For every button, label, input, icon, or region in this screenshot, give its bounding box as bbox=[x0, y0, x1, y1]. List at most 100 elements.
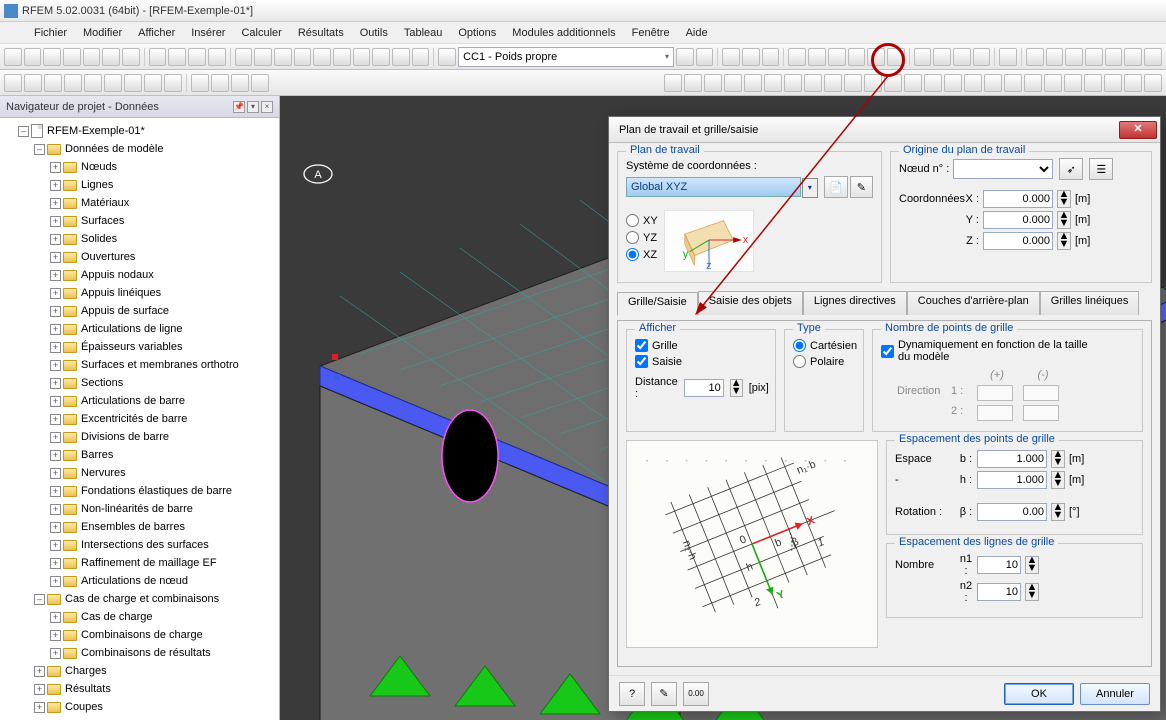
ok-button[interactable]: OK bbox=[1004, 683, 1074, 705]
spinner[interactable]: ▲▼ bbox=[1051, 450, 1065, 468]
toolbar-button[interactable] bbox=[933, 48, 951, 66]
toolbar-button[interactable] bbox=[1124, 48, 1142, 66]
node-select[interactable] bbox=[953, 159, 1053, 179]
tree-item[interactable]: +Raffinement de maillage EF bbox=[2, 554, 277, 572]
toolbar-button[interactable] bbox=[102, 48, 120, 66]
toolbar-button[interactable] bbox=[924, 74, 942, 92]
menu-afficher[interactable]: Afficher bbox=[132, 25, 181, 41]
toolbar-button[interactable] bbox=[254, 48, 272, 66]
toolbar-button[interactable] bbox=[164, 74, 182, 92]
toolbar-button[interactable] bbox=[1004, 74, 1022, 92]
toolbar-button[interactable] bbox=[964, 74, 982, 92]
toolbar-button[interactable] bbox=[313, 48, 331, 66]
toolbar-button[interactable] bbox=[824, 74, 842, 92]
close-panel-icon[interactable]: × bbox=[261, 101, 273, 113]
tab-couches[interactable]: Couches d'arrière-plan bbox=[907, 291, 1040, 315]
pick-node-button[interactable]: ➶ bbox=[1059, 158, 1083, 180]
toolbar-button[interactable] bbox=[1104, 74, 1122, 92]
tree-item[interactable]: +Charges bbox=[2, 662, 277, 680]
expand-icon[interactable]: + bbox=[50, 342, 61, 353]
check-grille[interactable]: Grille bbox=[635, 339, 767, 352]
toolbar-button[interactable] bbox=[24, 74, 42, 92]
tree-item[interactable]: +Articulations de ligne bbox=[2, 320, 277, 338]
toolbar-button[interactable] bbox=[914, 48, 932, 66]
coord-system-select[interactable]: Global XYZ ▾ bbox=[626, 177, 801, 197]
spacing-b-input[interactable] bbox=[977, 450, 1047, 468]
toolbar-button[interactable] bbox=[231, 74, 249, 92]
tree-item[interactable]: +Ouvertures bbox=[2, 248, 277, 266]
toolbar-button[interactable] bbox=[984, 74, 1002, 92]
expand-icon[interactable]: – bbox=[34, 594, 45, 605]
toolbar-button[interactable] bbox=[392, 48, 410, 66]
new-cs-button[interactable]: 📄 bbox=[824, 176, 847, 198]
toolbar-button[interactable] bbox=[724, 74, 742, 92]
tree-model-data[interactable]: –Données de modèle bbox=[2, 140, 277, 158]
toolbar-button[interactable] bbox=[149, 48, 167, 66]
toolbar-button[interactable] bbox=[64, 74, 82, 92]
tree-item[interactable]: +Articulations de nœud bbox=[2, 572, 277, 590]
tree-item[interactable]: +Lignes bbox=[2, 176, 277, 194]
menu-calculer[interactable]: Calculer bbox=[235, 25, 287, 41]
spinner[interactable]: ▲▼ bbox=[1057, 232, 1071, 250]
toolbar-button[interactable] bbox=[1046, 48, 1064, 66]
coord-x-input[interactable] bbox=[983, 190, 1053, 208]
toolbar-button[interactable] bbox=[4, 74, 22, 92]
tree-item[interactable]: +Nœuds bbox=[2, 158, 277, 176]
toolbar-button[interactable] bbox=[788, 48, 806, 66]
toolbar-button[interactable] bbox=[664, 74, 682, 92]
toolbar-button[interactable] bbox=[808, 48, 826, 66]
toolbar-button[interactable] bbox=[1024, 74, 1042, 92]
expand-icon[interactable]: + bbox=[50, 414, 61, 425]
tree-item[interactable]: +Nervures bbox=[2, 464, 277, 482]
toolbar-button[interactable] bbox=[24, 48, 42, 66]
toolbar-button[interactable] bbox=[722, 48, 740, 66]
expand-icon[interactable]: + bbox=[34, 684, 45, 695]
toolbar-button[interactable] bbox=[211, 74, 229, 92]
menu-aide[interactable]: Aide bbox=[680, 25, 714, 41]
toolbar-button[interactable] bbox=[83, 48, 101, 66]
next-loadcase-button[interactable] bbox=[696, 48, 714, 66]
units-button[interactable]: 0.00 bbox=[683, 682, 709, 706]
toolbar-button[interactable] bbox=[1084, 74, 1102, 92]
toolbar-button[interactable] bbox=[4, 48, 22, 66]
expand-icon[interactable]: + bbox=[50, 216, 61, 227]
expand-icon[interactable]: + bbox=[50, 576, 61, 587]
expand-icon[interactable]: + bbox=[34, 666, 45, 677]
menu-modules[interactable]: Modules additionnels bbox=[506, 25, 621, 41]
tree-item[interactable]: +Ensembles de barres bbox=[2, 518, 277, 536]
check-saisie[interactable]: Saisie bbox=[635, 355, 767, 368]
expand-icon[interactable]: + bbox=[50, 252, 61, 263]
loadcase-select[interactable]: CC1 - Poids propre ▾ bbox=[458, 47, 674, 67]
spinner[interactable]: ▲▼ bbox=[1057, 190, 1071, 208]
toolbar-button[interactable] bbox=[294, 48, 312, 66]
expand-icon[interactable]: + bbox=[50, 396, 61, 407]
tree-item[interactable]: +Épaisseurs variables bbox=[2, 338, 277, 356]
radio-cartesien[interactable]: Cartésien bbox=[793, 339, 855, 352]
toolbar-button[interactable] bbox=[274, 48, 292, 66]
tree-item[interactable]: +Intersections des surfaces bbox=[2, 536, 277, 554]
expand-icon[interactable]: + bbox=[50, 288, 61, 299]
toolbar-button[interactable] bbox=[848, 48, 866, 66]
toolbar-button[interactable] bbox=[864, 74, 882, 92]
chevron-down-icon[interactable]: ▾ bbox=[802, 178, 818, 198]
expand-icon[interactable]: + bbox=[50, 162, 61, 173]
tree-item[interactable]: +Résultats bbox=[2, 680, 277, 698]
toolbar-button[interactable] bbox=[124, 74, 142, 92]
toolbar-button[interactable] bbox=[188, 48, 206, 66]
toolbar-button[interactable] bbox=[1124, 74, 1142, 92]
menu-tableau[interactable]: Tableau bbox=[398, 25, 449, 41]
expand-icon[interactable]: + bbox=[50, 630, 61, 641]
rotation-input[interactable] bbox=[977, 503, 1047, 521]
tree-item[interactable]: +Matériaux bbox=[2, 194, 277, 212]
toolbar-button[interactable] bbox=[704, 74, 722, 92]
tree-item[interactable]: +Appuis linéiques bbox=[2, 284, 277, 302]
expand-icon[interactable]: – bbox=[18, 126, 29, 137]
spinner[interactable]: ▲▼ bbox=[1051, 471, 1065, 489]
expand-icon[interactable]: + bbox=[50, 558, 61, 569]
expand-icon[interactable]: + bbox=[50, 324, 61, 335]
menu-modifier[interactable]: Modifier bbox=[77, 25, 128, 41]
menu-fenetre[interactable]: Fenêtre bbox=[626, 25, 676, 41]
toolbar-button[interactable] bbox=[333, 48, 351, 66]
tab-grilles-lin[interactable]: Grilles linéiques bbox=[1040, 291, 1140, 315]
toolbar-button[interactable] bbox=[235, 48, 253, 66]
